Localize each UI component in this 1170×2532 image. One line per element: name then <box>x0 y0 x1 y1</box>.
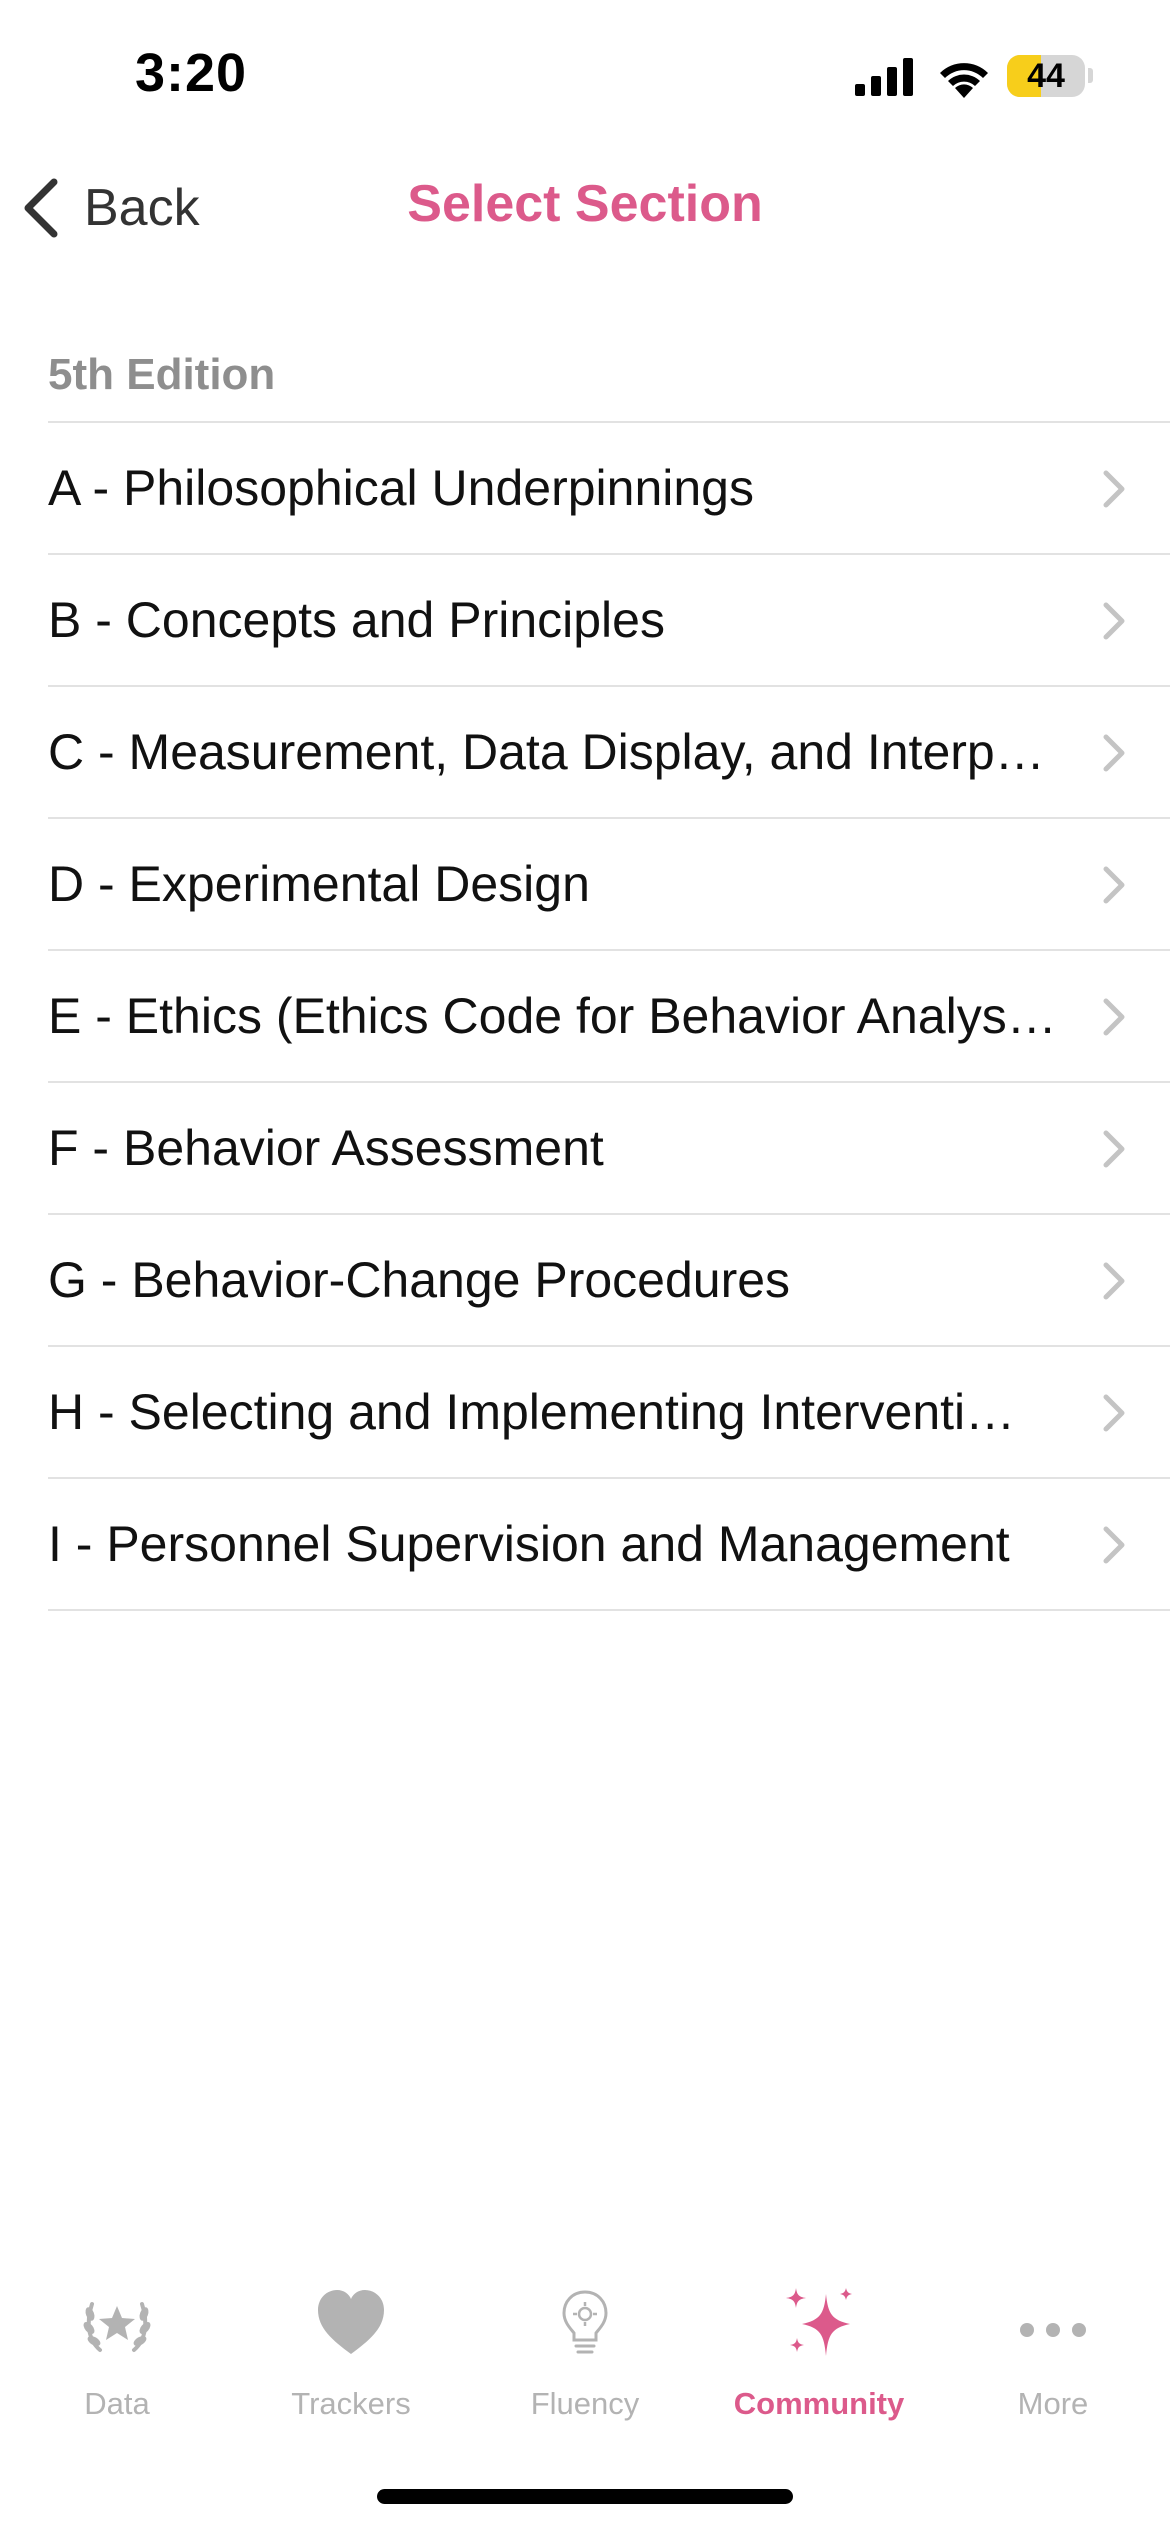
list-item-section-i[interactable]: I - Personnel Supervision and Management <box>48 1479 1170 1611</box>
tab-community[interactable]: Community <box>702 2270 936 2450</box>
list-item-label: B - Concepts and Principles <box>48 592 665 648</box>
laurel-star-icon <box>83 2302 151 2352</box>
cellular-signal-icon <box>855 58 913 96</box>
section-header: 5th Edition <box>48 350 276 399</box>
list-item-section-h[interactable]: H - Selecting and Implementing Intervent… <box>48 1347 1170 1479</box>
home-indicator[interactable] <box>377 2489 793 2504</box>
list-item-section-g[interactable]: G - Behavior-Change Procedures <box>48 1215 1170 1347</box>
chevron-right-icon <box>1103 998 1125 1036</box>
page-title: Select Section <box>407 175 763 233</box>
status-time: 3:20 <box>135 43 248 103</box>
chevron-right-icon <box>1103 866 1125 904</box>
list-item-label: F - Behavior Assessment <box>48 1120 604 1176</box>
list-item-label: A - Philosophical Underpinnings <box>48 460 754 516</box>
tab-label: More <box>1017 2386 1089 2421</box>
list-item-section-d[interactable]: D - Experimental Design <box>48 819 1170 951</box>
list-item-section-b[interactable]: B - Concepts and Principles <box>48 555 1170 687</box>
sparkles-icon <box>786 2288 852 2356</box>
chevron-right-icon <box>1103 734 1125 772</box>
tab-fluency[interactable]: Fluency <box>468 2270 702 2450</box>
list-item-section-c[interactable]: C - Measurement, Data Display, and Inter… <box>48 687 1170 819</box>
list-item-section-a[interactable]: A - Philosophical Underpinnings <box>48 423 1170 555</box>
tab-label: Data <box>84 2386 150 2421</box>
battery-indicator: 44 <box>1007 55 1093 97</box>
tab-data[interactable]: Data <box>0 2270 234 2450</box>
list-item-label: D - Experimental Design <box>48 856 590 912</box>
list-item-section-e[interactable]: E - Ethics (Ethics Code for Behavior Ana… <box>48 951 1170 1083</box>
wifi-icon <box>940 63 988 98</box>
ellipsis-icon <box>1020 2323 1086 2337</box>
battery-level: 44 <box>1027 57 1065 95</box>
chevron-right-icon <box>1103 1526 1125 1564</box>
list-item-label: G - Behavior-Change Procedures <box>48 1252 791 1308</box>
heart-icon <box>318 2290 384 2354</box>
list-item-label: E - Ethics (Ethics Code for Behavior Ana… <box>48 988 1058 1044</box>
section-list: A - Philosophical Underpinnings B - Conc… <box>48 421 1170 1611</box>
tab-trackers[interactable]: Trackers <box>234 2270 468 2450</box>
chevron-right-icon <box>1103 1130 1125 1168</box>
list-item-label: H - Selecting and Implementing Intervent… <box>48 1384 1016 1440</box>
list-item-section-f[interactable]: F - Behavior Assessment <box>48 1083 1170 1215</box>
chevron-right-icon <box>1103 1262 1125 1300</box>
tab-label: Trackers <box>291 2386 411 2421</box>
chevron-right-icon <box>1103 470 1125 508</box>
tab-label: Community <box>733 2386 905 2421</box>
lightbulb-icon <box>562 2290 608 2354</box>
chevron-right-icon <box>1103 1394 1125 1432</box>
chevron-right-icon <box>1103 602 1125 640</box>
tab-label: Fluency <box>530 2386 640 2421</box>
list-item-label: C - Measurement, Data Display, and Inter… <box>48 724 1045 780</box>
navigation-bar: Back Select Section <box>0 150 1170 265</box>
status-bar: 3:20 44 <box>0 0 1170 150</box>
tab-more[interactable]: More <box>936 2270 1170 2450</box>
tab-bar: Data Trackers Fluency Community More <box>0 2270 1170 2450</box>
list-item-label: I - Personnel Supervision and Management <box>48 1516 1010 1572</box>
